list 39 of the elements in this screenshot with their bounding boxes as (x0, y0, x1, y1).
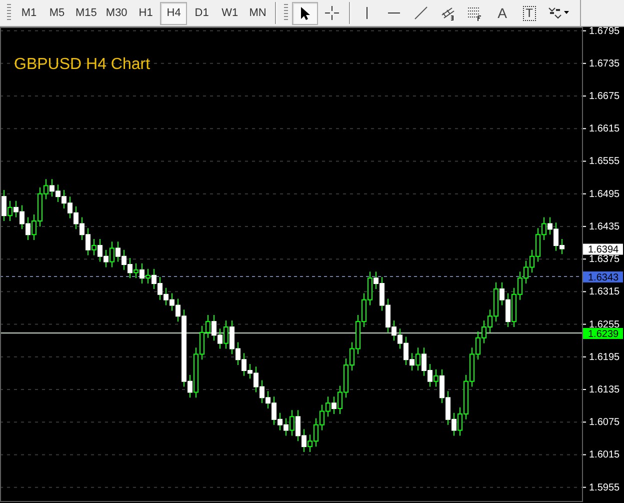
timeframe-button[interactable]: MN (244, 2, 272, 24)
horizontal-line-icon (388, 12, 400, 14)
price-label: 1.6795 (589, 27, 620, 37)
price-label: 1.6435 (589, 221, 620, 232)
price-label: 1.6495 (589, 188, 620, 200)
price-label: 1.6075 (589, 417, 620, 428)
price-label: 1.5955 (589, 482, 620, 494)
caret-icon (564, 11, 570, 15)
price-label: 1.6675 (589, 91, 620, 102)
timeframe-button[interactable]: D1 (188, 2, 216, 24)
text-label-button[interactable]: T (516, 2, 542, 24)
price-label: 1.6015 (589, 450, 620, 461)
price-label: 1.6135 (589, 384, 620, 396)
timeframe-button[interactable]: W1 (216, 2, 244, 24)
price-label: 1.6375 (589, 254, 620, 266)
price-label: 1.6315 (589, 286, 620, 298)
arrows-icon (547, 5, 564, 21)
fibonacci-icon (467, 5, 484, 21)
price-label: 1.6735 (589, 58, 620, 70)
channel-icon (440, 5, 456, 21)
price-label: 1.6555 (589, 156, 620, 168)
price-label: 1.6195 (589, 352, 620, 363)
timeframe-button[interactable]: M30 (102, 2, 132, 24)
price-marker-label: 1.6394 (588, 244, 619, 256)
vertical-line-icon (366, 7, 368, 19)
price-marker-label: 1.6239 (588, 328, 619, 340)
text-tool-button[interactable]: A (489, 2, 516, 24)
price-label: 1.6255 (589, 319, 620, 330)
cursor-tool-button[interactable] (292, 2, 318, 24)
timeframe-button[interactable]: M5 (44, 2, 70, 24)
timeframe-button[interactable]: H4 (160, 2, 188, 24)
timeframe-button[interactable]: M15 (72, 2, 101, 24)
chart-title: GBPUSD H4 Chart (14, 56, 150, 73)
timeframe-button[interactable]: H1 (132, 2, 160, 24)
crosshair-icon (324, 5, 340, 21)
price-label: 1.6615 (589, 124, 620, 135)
price-marker-label: 1.6343 (588, 272, 619, 284)
diagonal-line-icon (413, 5, 430, 21)
timeframe-button[interactable]: M1 (16, 2, 42, 24)
